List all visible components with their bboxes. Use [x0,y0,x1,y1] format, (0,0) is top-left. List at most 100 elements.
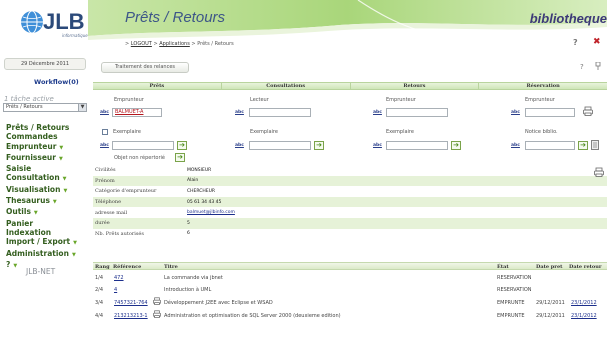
sidebar-menu-item[interactable]: Import / Export ▼ [6,237,77,248]
detail-row: durée 5 [93,217,607,229]
table-row: 4/4 213213213-1 Administration et optimisa… [93,310,607,321]
logo-text: JLB [43,9,85,34]
sidebar-menu-item[interactable]: Emprunteur ▼ [6,142,77,153]
consult-exemplaire-go-button[interactable]: ➔ [314,141,324,150]
sidebar-menu-item[interactable]: Prêts / Retours [6,123,77,132]
row-date-pret: 29/12/2011 [536,300,565,306]
col-etat[interactable]: État [497,264,509,270]
row-date-retour-link[interactable]: 23/1/2012 [571,300,597,306]
col-date-retour[interactable]: Date retour [569,264,602,270]
row-etat: EMPRUNTE [497,300,525,306]
tab-reservation[interactable]: Réservation [479,83,607,89]
sidebar-menu-item[interactable]: Saisie [6,164,77,173]
col-rang[interactable]: Rang [95,264,110,270]
abc-spellcheck-icon[interactable]: abc [373,143,382,148]
pin-icon[interactable] [595,61,601,72]
sidebar-menu-item-label: Administration [6,248,69,258]
prets-emprunteur-input[interactable]: BALMUET-A [112,108,162,117]
retours-exemplaire-input[interactable] [386,141,448,150]
abc-spellcheck-icon[interactable]: abc [100,143,109,148]
sidebar-menu-item-label: Saisie [6,164,32,174]
tab-retours[interactable]: Retours [351,83,480,89]
retours-exemplaire-go-button[interactable]: ➔ [451,141,461,150]
abc-spellcheck-icon[interactable]: abc [100,110,109,115]
chevron-down-icon[interactable]: ▼ [63,188,67,194]
detail-key: durée [95,220,110,227]
sidebar-menu-item[interactable]: Visualisation ▼ [6,185,77,196]
sidebar-menu-item[interactable]: Panier [6,219,77,228]
resa-notice-go-button[interactable]: ➔ [578,141,588,150]
chevron-down-icon[interactable]: ▼ [53,199,57,205]
breadcrumb-sep: > [125,41,130,47]
col-titre[interactable]: Titre [164,264,178,270]
col-reference[interactable]: Référence [113,264,141,270]
task-select[interactable]: Prêts / Retours ▼ [3,103,87,112]
chevron-down-icon[interactable]: ▼ [72,252,76,258]
retours-emprunteur-input[interactable] [386,108,448,117]
chevron-down-icon[interactable]: ▼ [63,176,67,182]
consult-exemplaire-input[interactable] [249,141,311,150]
resa-emprunteur-input[interactable] [525,108,575,117]
sidebar-menu-item-label: Thesaurus [6,196,50,206]
row-reference-link[interactable]: 472 [114,275,124,281]
detail-row: Nb. Prêts autorisés 6 [93,229,607,240]
close-icon[interactable]: ✖ [593,37,601,47]
sidebar-menu-item[interactable]: Fournisseur ▼ [6,153,77,164]
abc-spellcheck-icon[interactable]: abc [373,110,382,115]
chevron-down-icon[interactable]: ▼ [34,210,38,216]
row-reference-link[interactable]: 213213213-1 [114,313,148,319]
row-etat: RESERVATION [497,275,532,281]
objet-non-repertorie-go-button[interactable]: ➔ [175,153,185,162]
printer-icon[interactable] [583,106,593,119]
row-reference-link[interactable]: 4 [114,287,117,293]
exemplaire-checkbox[interactable] [102,129,108,135]
chevron-down-icon[interactable]: ▼ [13,263,17,269]
prets-exemplaire-input[interactable] [112,141,174,150]
col-date-pret[interactable]: Date pret [536,264,562,270]
sidebar-menu-item-label: Consultation [6,173,60,183]
abc-spellcheck-icon[interactable]: abc [235,110,244,115]
chevron-down-icon[interactable]: ▼ [78,104,86,111]
help-icon[interactable]: ? [580,63,584,71]
printer-icon[interactable] [153,297,161,307]
resa-notice-input[interactable] [525,141,575,150]
abc-spellcheck-icon[interactable]: abc [235,143,244,148]
row-titre: Développement J2EE avec Eclipse et WSAD [164,300,273,306]
consult-lecteur-input[interactable] [249,108,311,117]
sidebar-menu-item[interactable]: Commandes [6,132,77,141]
email-link[interactable]: balmuet@jlbinfo.com [187,210,235,215]
table-row: 1/4 472 La commande via jbnet RESERVATION [93,272,607,283]
section-tabs: Prêts Consultations Retours Réservation [93,82,607,90]
relances-button[interactable]: Traitement des relances [101,62,189,73]
sidebar-menu-item[interactable]: Thesaurus ▼ [6,196,77,207]
document-icon[interactable] [591,140,599,153]
prets-exemplaire-label: Exemplaire [113,129,141,135]
workflow-link[interactable]: Workflow(0) [34,78,79,86]
row-rang: 1/4 [95,275,104,281]
chevron-down-icon[interactable]: ▼ [59,156,63,162]
applications-link[interactable]: Applications [159,41,190,47]
tab-consultations[interactable]: Consultations [222,83,351,89]
task-select-value: Prêts / Retours [6,104,43,110]
printer-icon[interactable] [153,310,161,320]
sidebar-menu-item[interactable]: Indexation [6,228,77,237]
chevron-down-icon[interactable]: ▼ [59,145,63,151]
sidebar-menu-item[interactable]: Consultation ▼ [6,173,77,184]
chevron-down-icon[interactable]: ▼ [73,240,77,246]
detail-value: CHERCHEUR [187,188,216,194]
row-reference-link[interactable]: 7457321-764 [114,300,148,306]
row-date-retour-link[interactable]: 23/1/2012 [571,313,597,319]
brand-name: bibliotheque [529,11,607,26]
row-etat: RESERVATION [497,287,532,293]
sidebar-menu-item[interactable]: Outils ▼ [6,207,77,218]
logout-link[interactable]: LOGOUT [131,41,152,47]
help-icon[interactable]: ? [573,38,578,47]
prets-emprunteur-label: Emprunteur [114,97,144,103]
printer-icon[interactable] [594,167,604,180]
prets-exemplaire-go-button[interactable]: ➔ [177,141,187,150]
sidebar-menu-item[interactable]: Administration ▼ [6,249,77,260]
abc-spellcheck-icon[interactable]: abc [511,110,520,115]
tab-prets[interactable]: Prêts [93,83,222,89]
row-rang: 3/4 [95,300,104,306]
abc-spellcheck-icon[interactable]: abc [511,143,520,148]
